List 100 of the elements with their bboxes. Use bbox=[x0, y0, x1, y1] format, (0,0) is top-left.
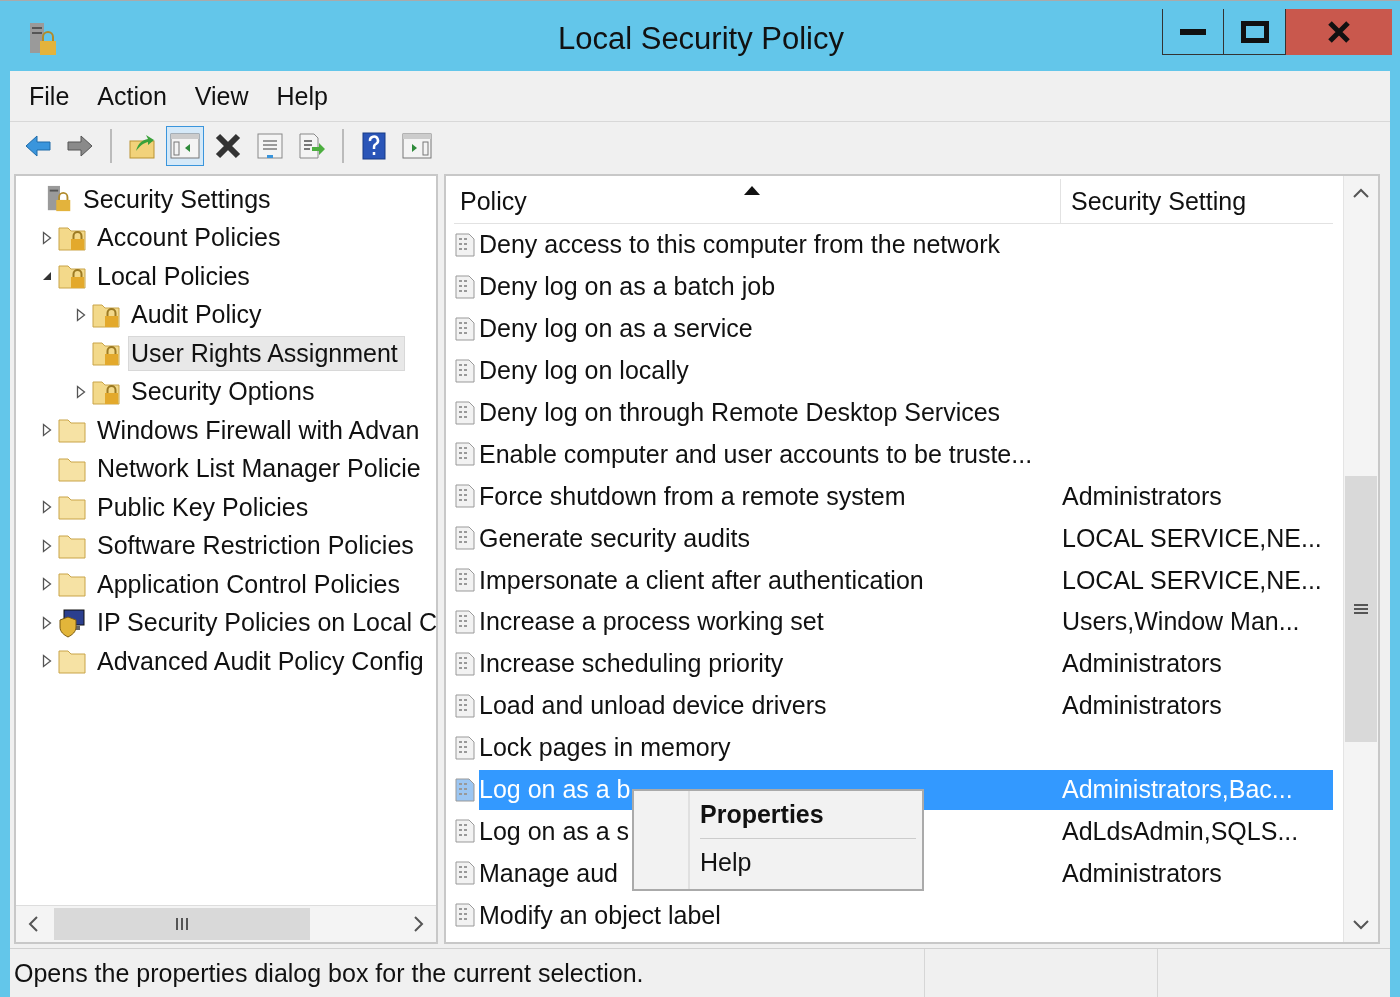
collapsed-arrow-icon[interactable] bbox=[76, 307, 86, 322]
scrollbar-thumb[interactable] bbox=[1345, 476, 1377, 742]
close-icon bbox=[1327, 21, 1351, 43]
policy-icon bbox=[454, 232, 476, 257]
policy-name[interactable]: Enable computer and user accounts to be truste... bbox=[479, 439, 1033, 469]
maximize-button[interactable] bbox=[1224, 9, 1286, 55]
collapsed-arrow-icon[interactable] bbox=[42, 230, 52, 245]
folder-icon bbox=[58, 416, 88, 445]
policy-icon bbox=[454, 484, 476, 509]
policy-name[interactable]: Increase a process working set bbox=[479, 607, 824, 637]
column-header[interactable]: Policy bbox=[454, 179, 1061, 223]
tree-item[interactable]: Windows Firewall with Advan bbox=[94, 412, 427, 448]
policy-name[interactable]: Deny access to this computer from the network bbox=[479, 230, 1001, 260]
expanded-arrow-icon[interactable] bbox=[42, 271, 52, 282]
tree-item[interactable]: User Rights Assignment bbox=[128, 335, 405, 371]
policy-icon bbox=[454, 777, 476, 802]
tree-item[interactable]: Software Restriction Policies bbox=[94, 528, 421, 564]
policy-name[interactable]: Generate security audits bbox=[479, 523, 750, 553]
policy-name[interactable]: Deny log on as a service bbox=[479, 314, 753, 344]
policy-icon bbox=[454, 861, 476, 886]
window-title: Local Security Policy bbox=[557, 21, 845, 57]
folder-icon bbox=[58, 647, 88, 676]
menu-item[interactable]: File bbox=[28, 81, 71, 111]
security-setting: Users,Window Man... bbox=[1062, 607, 1300, 637]
grip-icon bbox=[1353, 602, 1369, 616]
policy-name[interactable]: Lock pages in memory bbox=[479, 733, 731, 763]
policy-name[interactable]: Load and unload device drivers bbox=[479, 691, 827, 721]
policy-icon bbox=[454, 903, 476, 928]
tree-item[interactable]: Network List Manager Policie bbox=[94, 451, 428, 487]
tree-item[interactable]: Audit Policy bbox=[128, 297, 269, 333]
policy-icon bbox=[454, 819, 476, 844]
tree-item[interactable]: Security Settings bbox=[80, 181, 278, 217]
tree-item[interactable]: IP Security Policies on Local C bbox=[94, 605, 436, 641]
properties-icon bbox=[257, 133, 283, 159]
vertical-scrollbar[interactable] bbox=[1343, 176, 1378, 942]
policy-name[interactable]: Modify an object label bbox=[479, 900, 721, 930]
monitor-shield-icon bbox=[58, 607, 88, 638]
policy-icon bbox=[454, 274, 476, 299]
folder-arrow-icon bbox=[128, 133, 156, 159]
policy-icon bbox=[454, 568, 476, 593]
policy-name[interactable]: Deny log on through Remote Desktop Services bbox=[479, 398, 1001, 427]
collapsed-arrow-icon[interactable] bbox=[42, 577, 52, 592]
tree-button[interactable] bbox=[166, 126, 204, 166]
folder-icon bbox=[58, 570, 88, 599]
export-list-icon bbox=[298, 133, 326, 159]
collapsed-arrow-icon[interactable] bbox=[42, 423, 52, 438]
policy-icon bbox=[454, 735, 476, 760]
policy-name[interactable]: Deny log on locally bbox=[479, 356, 689, 386]
menu-item[interactable]: Properties bbox=[700, 791, 922, 838]
policy-icon bbox=[454, 316, 476, 341]
menu-item[interactable]: View bbox=[193, 81, 250, 111]
policy-name[interactable]: Increase scheduling priority bbox=[479, 649, 784, 679]
column-header[interactable]: Security Setting bbox=[1061, 179, 1333, 223]
security-setting: LOCAL SERVICE,NE... bbox=[1062, 523, 1322, 553]
tree-item[interactable]: Security Options bbox=[128, 374, 322, 410]
tree-item[interactable]: Application Control Policies bbox=[94, 566, 407, 602]
tree-item[interactable]: Local Policies bbox=[94, 258, 257, 294]
security-setting: Administrators bbox=[1062, 481, 1222, 511]
menu-item[interactable]: Help bbox=[275, 81, 329, 111]
forward-arrow-icon bbox=[66, 134, 94, 158]
security-setting: Administrators bbox=[1062, 858, 1222, 888]
policy-name[interactable]: Manage aud bbox=[479, 858, 618, 888]
policy-icon bbox=[454, 693, 476, 718]
folder-icon bbox=[58, 493, 88, 522]
security-setting: Administrators bbox=[1062, 691, 1222, 721]
policy-icon bbox=[454, 442, 476, 467]
policy-name[interactable]: Deny log on as a batch job bbox=[479, 272, 776, 302]
policy-icon bbox=[454, 400, 476, 425]
policy-icon bbox=[454, 609, 476, 634]
collapsed-arrow-icon[interactable] bbox=[42, 538, 52, 553]
horizontal-scrollbar[interactable] bbox=[16, 905, 436, 942]
minimize-button[interactable] bbox=[1162, 9, 1224, 55]
policy-name[interactable]: Impersonate a client after authentication bbox=[479, 565, 924, 595]
policy-name[interactable]: Log on as a s bbox=[479, 816, 630, 846]
menu-item[interactable]: Action bbox=[96, 81, 168, 111]
collapsed-arrow-icon[interactable] bbox=[42, 615, 52, 630]
sort-arrow-icon bbox=[744, 186, 760, 195]
policy-icon bbox=[454, 651, 476, 676]
tree-item[interactable]: Public Key Policies bbox=[94, 489, 316, 525]
collapsed-arrow-icon[interactable] bbox=[42, 654, 52, 669]
minimize-icon bbox=[1180, 28, 1206, 35]
server-lock-icon bbox=[28, 23, 58, 57]
help-icon bbox=[362, 132, 386, 160]
tree-item[interactable]: Advanced Audit Policy Config bbox=[94, 643, 431, 679]
security-setting: AdLdsAdmin,SQLS... bbox=[1062, 816, 1299, 846]
grip-icon bbox=[174, 917, 190, 931]
policy-icon bbox=[454, 526, 476, 551]
scrollbar-thumb[interactable] bbox=[54, 908, 310, 940]
collapsed-arrow-icon[interactable] bbox=[42, 500, 52, 515]
action-pane-icon bbox=[402, 133, 432, 159]
security-setting: Administrators bbox=[1062, 649, 1222, 679]
policy-name[interactable]: Force shutdown from a remote system bbox=[479, 481, 906, 511]
tree-item[interactable]: Account Policies bbox=[94, 220, 288, 256]
menu-item[interactable]: Help bbox=[700, 839, 922, 886]
collapsed-arrow-icon[interactable] bbox=[76, 384, 86, 399]
tree-pane-icon bbox=[170, 133, 200, 159]
policy-icon bbox=[454, 358, 476, 383]
status-text: Opens the properties dialog box for the current selection. bbox=[13, 958, 645, 988]
security-setting: Administrators,Bac... bbox=[1062, 775, 1293, 804]
close-button[interactable] bbox=[1286, 9, 1392, 55]
